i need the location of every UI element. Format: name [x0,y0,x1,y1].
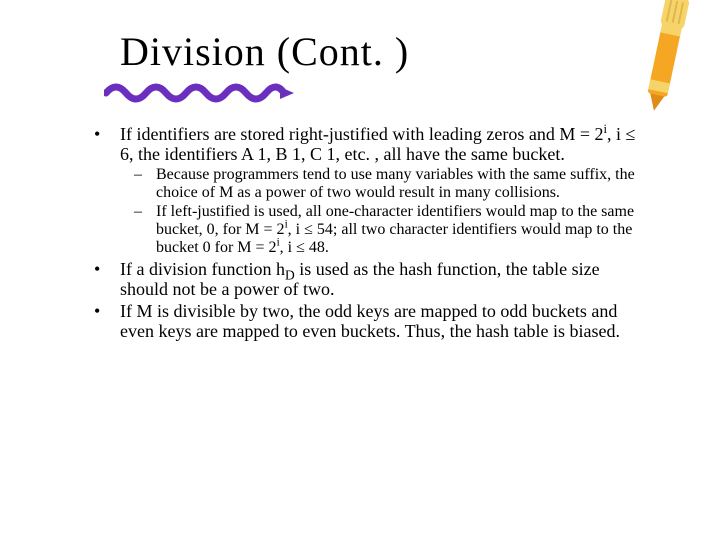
bullet-item: If M is divisible by two, the odd keys a… [88,301,652,341]
bullet-item: If a division function hD is used as the… [88,259,652,299]
bullet-text: If a division function hD is used as the… [120,259,600,299]
sub-bullet-item: Because programmers tend to use many var… [128,166,652,202]
bullet-text: If M is divisible by two, the odd keys a… [120,301,620,341]
bullet-text: If identifiers are stored right-justifie… [120,124,635,164]
slide: Division (Cont. ) If identifiers are sto… [0,0,720,540]
crayon-icon [636,0,696,114]
sub-bullet-item: If left-justified is used, all one-chara… [128,203,652,257]
sub-bullet-list: Because programmers tend to use many var… [128,166,652,257]
sub-bullet-text: If left-justified is used, all one-chara… [156,203,634,256]
bullet-item: If identifiers are stored right-justifie… [88,124,652,257]
bullet-list: If identifiers are stored right-justifie… [88,124,652,341]
slide-title: Division (Cont. ) [120,28,672,75]
sub-bullet-text: Because programmers tend to use many var… [156,166,635,201]
squiggle-underline-icon [104,79,294,105]
